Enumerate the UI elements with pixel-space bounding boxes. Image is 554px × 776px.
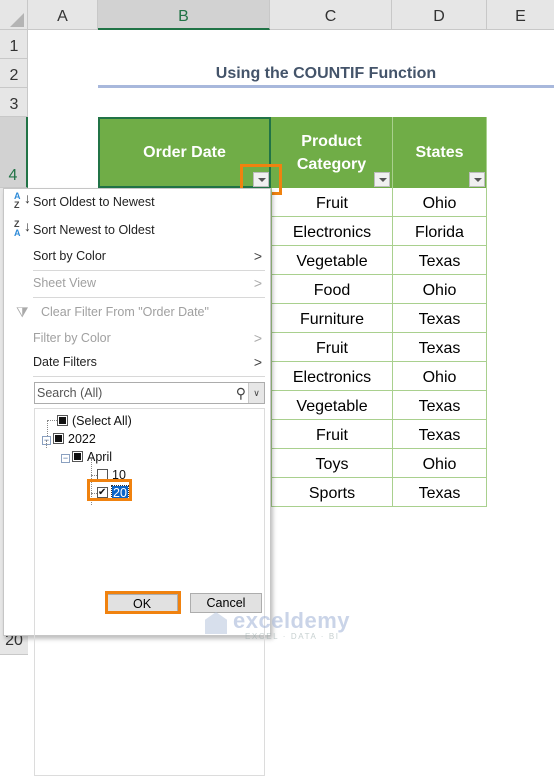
day-20-highlight-box	[87, 479, 132, 501]
search-dropdown-chevron-icon[interactable]: ∨	[248, 383, 264, 403]
cell-product-category[interactable]: Vegetable	[271, 246, 393, 275]
row-header-1[interactable]: 1	[0, 30, 28, 59]
menu-divider	[33, 376, 265, 377]
column-header-bar: A B C D E	[0, 0, 554, 30]
autofilter-menu: A Z ↓ Sort Oldest to Newest Z A ↓ Sort Newes…	[3, 188, 271, 776]
filter-by-color: Filter by Color >	[4, 325, 270, 351]
header-states-label: States	[415, 144, 464, 161]
sheet-view: Sheet View >	[4, 270, 270, 296]
clear-filter-icon: ⧩	[16, 304, 29, 320]
cell-state[interactable]: Texas	[393, 304, 487, 333]
cell-state[interactable]: Ohio	[393, 362, 487, 391]
row-header-4[interactable]: 4	[0, 117, 28, 188]
collapse-icon[interactable]: −	[61, 454, 70, 463]
chevron-right-icon: >	[253, 275, 262, 291]
row-header-3[interactable]: 3	[0, 88, 28, 117]
april-checkbox[interactable]	[72, 451, 83, 462]
row-header-2[interactable]: 2	[0, 59, 28, 88]
filter-search-input[interactable]: Search (All) ⚲ ∨	[34, 382, 265, 404]
cell-state[interactable]: Ohio	[393, 449, 487, 478]
tree-item-april[interactable]: − April	[61, 448, 112, 466]
cell-state[interactable]: Ohio	[393, 275, 487, 304]
column-header-e[interactable]: E	[487, 0, 554, 30]
exceldemy-watermark: exceldemy EXCEL · DATA · BI	[205, 608, 355, 644]
chevron-right-icon: >	[253, 330, 262, 346]
sort-ascending-icon: A Z ↓	[14, 190, 31, 210]
year-2022-checkbox[interactable]	[53, 433, 64, 444]
product-category-filter-dropdown[interactable]	[374, 172, 390, 187]
tree-item-select-all[interactable]: (Select All)	[57, 412, 132, 430]
cell-state[interactable]: Texas	[393, 333, 487, 362]
date-filters[interactable]: Date Filters >	[4, 349, 270, 375]
cell-state[interactable]: Texas	[393, 420, 487, 449]
states-filter-dropdown[interactable]	[469, 172, 485, 187]
header-product-category-label: Product Category	[296, 132, 367, 173]
select-all-corner[interactable]	[0, 0, 28, 30]
cell-product-category[interactable]: Electronics	[271, 217, 393, 246]
cell-product-category[interactable]: Electronics	[271, 362, 393, 391]
cell-product-category[interactable]: Sports	[271, 478, 393, 507]
clear-filter: ⧩ Clear Filter From "Order Date"	[4, 299, 270, 325]
header-order-date-label: Order Date	[143, 144, 226, 161]
cell-product-category[interactable]: Fruit	[271, 333, 393, 362]
sheet-title: Using the COUNTIF Function	[98, 60, 554, 88]
cell-state[interactable]: Texas	[393, 391, 487, 420]
sort-by-color[interactable]: Sort by Color >	[4, 243, 270, 269]
menu-divider	[33, 297, 265, 298]
cell-product-category[interactable]: Furniture	[271, 304, 393, 333]
sort-oldest-to-newest[interactable]: A Z ↓ Sort Oldest to Newest	[4, 189, 270, 215]
cell-product-category[interactable]: Fruit	[271, 420, 393, 449]
search-icon: ⚲	[235, 385, 246, 401]
cell-state[interactable]: Texas	[393, 246, 487, 275]
column-header-b[interactable]: B	[98, 0, 270, 30]
select-all-checkbox[interactable]	[57, 415, 68, 426]
cell-product-category[interactable]: Food	[271, 275, 393, 304]
chevron-right-icon: >	[253, 248, 262, 264]
ok-highlight-box	[105, 591, 181, 614]
cell-state[interactable]: Texas	[393, 478, 487, 507]
cell-product-category[interactable]: Fruit	[271, 188, 393, 217]
column-header-a[interactable]: A	[28, 0, 98, 30]
column-header-c[interactable]: C	[270, 0, 392, 30]
tree-item-2022[interactable]: −2022	[42, 430, 96, 448]
sort-newest-to-oldest[interactable]: Z A ↓ Sort Newest to Oldest	[4, 217, 270, 243]
cell-product-category[interactable]: Vegetable	[271, 391, 393, 420]
column-header-d[interactable]: D	[392, 0, 487, 30]
cell-product-category[interactable]: Toys	[271, 449, 393, 478]
cell-state[interactable]: Ohio	[393, 188, 487, 217]
sort-descending-icon: Z A ↓	[14, 218, 31, 238]
cell-state[interactable]: Florida	[393, 217, 487, 246]
exceldemy-logo-icon	[205, 612, 227, 634]
chevron-right-icon: >	[253, 354, 262, 370]
